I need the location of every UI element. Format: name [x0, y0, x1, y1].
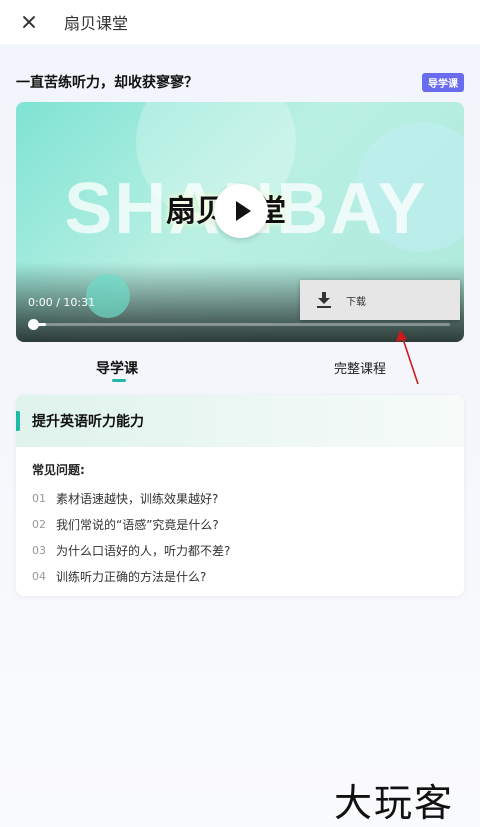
faq-number: 01 — [32, 491, 46, 505]
faq-item[interactable]: 02 我们常说的“语感”究竟是什么? — [32, 511, 452, 537]
progress-thumb[interactable] — [28, 319, 39, 330]
tab-intro-lesson[interactable]: 导学课 — [96, 358, 138, 378]
faq-text: 训练听力正确的方法是什么? — [56, 569, 207, 584]
site-watermark: 大玩客 — [334, 781, 455, 825]
faq-number: 03 — [32, 543, 46, 557]
tab-full-course[interactable]: 完整课程 — [334, 358, 386, 377]
close-icon[interactable] — [14, 7, 44, 37]
faq-list: 01 素材语速越快，训练效果越好? 02 我们常说的“语感”究竟是什么? 03 … — [32, 485, 452, 589]
faq-number: 02 — [32, 517, 46, 531]
faq-text: 素材语速越快，训练效果越好? — [56, 491, 219, 506]
card-header: 提升英语听力能力 — [16, 395, 464, 447]
faq-item[interactable]: 04 训练听力正确的方法是什么? — [32, 563, 452, 589]
video-player[interactable]: SHANBAY 扇贝课堂 0:00 / 10:31 下载 — [16, 102, 464, 342]
download-menu-item[interactable]: 下载 — [300, 280, 460, 320]
course-headline: 一直苦练听力，却收获寥寥？ — [16, 75, 198, 91]
faq-item[interactable]: 01 素材语速越快，训练效果越好? — [32, 485, 452, 511]
download-icon — [316, 292, 332, 308]
top-bar: 扇贝课堂 — [0, 0, 480, 44]
play-icon[interactable] — [214, 184, 268, 238]
faq-number: 04 — [32, 569, 46, 583]
tab-bar: 导学课 完整课程 — [16, 354, 464, 384]
faq-item[interactable]: 03 为什么口语好的人，听力都不差? — [32, 537, 452, 563]
tab-active-indicator — [112, 379, 126, 382]
course-card: 提升英语听力能力 常见问题: 01 素材语速越快，训练效果越好? 02 我们常说… — [16, 395, 464, 596]
faq-heading: 常见问题: — [32, 463, 85, 477]
lesson-badge: 导学课 — [422, 72, 464, 92]
download-label: 下载 — [346, 296, 366, 308]
faq-text: 我们常说的“语感”究竟是什么? — [56, 517, 219, 532]
card-title: 提升英语听力能力 — [32, 414, 144, 430]
page-title: 扇贝课堂 — [64, 14, 129, 33]
headline-row: 一直苦练听力，却收获寥寥？ 导学课 — [16, 72, 464, 92]
faq-text: 为什么口语好的人，听力都不差? — [56, 543, 231, 558]
video-time: 0:00 / 10:31 — [28, 296, 96, 309]
